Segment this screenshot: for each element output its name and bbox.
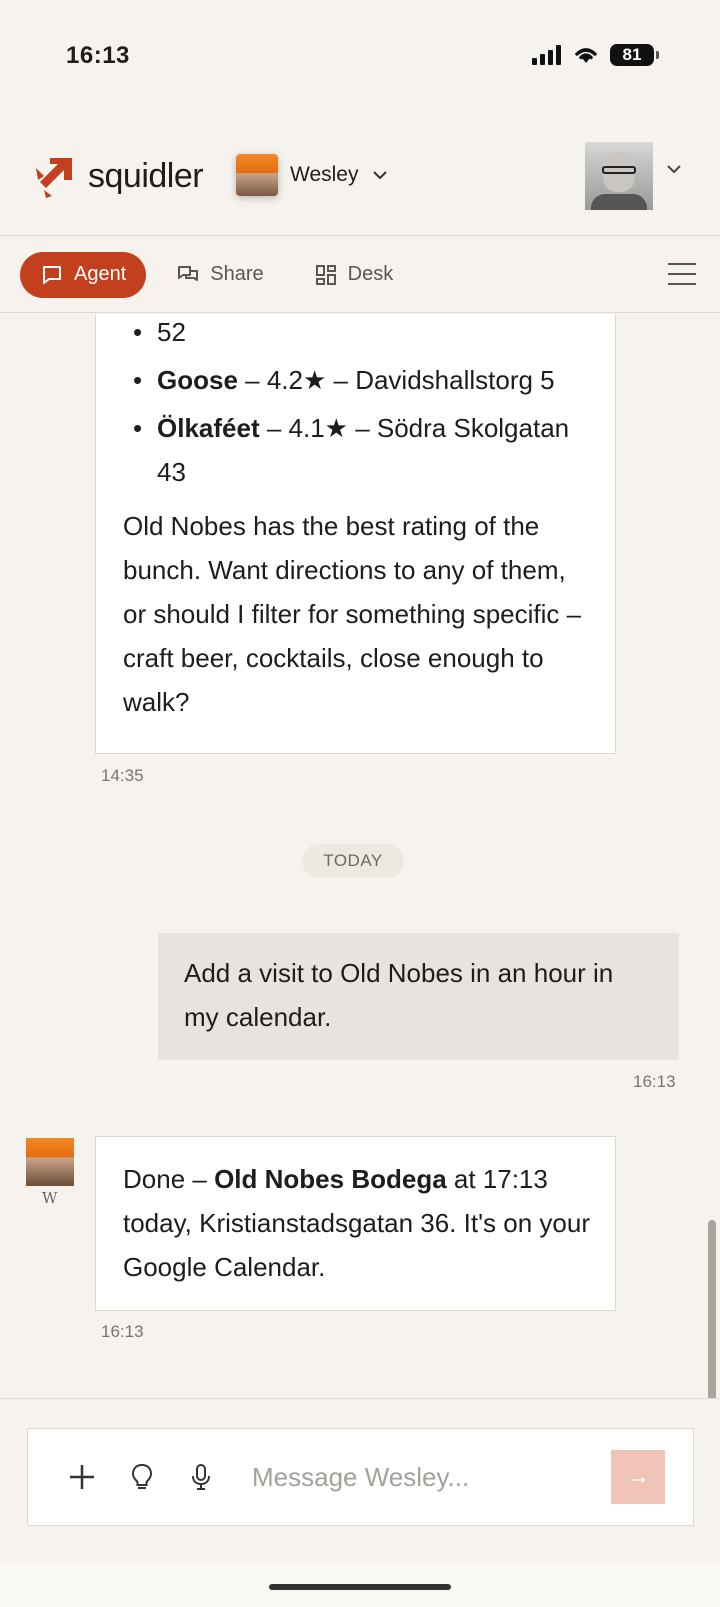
list-item: 52 bbox=[123, 314, 595, 354]
chat-thread[interactable]: 52 Goose – 4.2★ – Davidshallstorg 5 Ölka… bbox=[0, 314, 720, 1398]
tab-agent[interactable]: Agent bbox=[20, 251, 147, 298]
squid-logo-icon bbox=[36, 158, 72, 198]
hamburger-menu-icon[interactable] bbox=[668, 263, 696, 285]
agent-switcher[interactable]: Wesley bbox=[236, 154, 388, 196]
microphone-icon[interactable] bbox=[186, 1462, 216, 1492]
grid-icon bbox=[315, 264, 336, 285]
message-input[interactable] bbox=[252, 1455, 592, 1499]
chat-bubble-icon bbox=[43, 265, 61, 284]
lightbulb-icon[interactable] bbox=[127, 1462, 157, 1492]
tab-desk-label: Desk bbox=[347, 263, 394, 285]
app-header: squidler Wesley bbox=[0, 130, 720, 236]
status-icons: 81 bbox=[532, 44, 659, 66]
squidler-logo[interactable]: squidler bbox=[32, 154, 204, 198]
chevron-down-icon[interactable] bbox=[666, 164, 682, 174]
composer: → bbox=[27, 1428, 694, 1526]
place-name: Ölkaféet bbox=[157, 413, 260, 443]
event-name: Old Nobes Bodega bbox=[214, 1164, 447, 1194]
agent-name: Wesley bbox=[290, 163, 359, 186]
tab-share[interactable]: Share bbox=[156, 252, 283, 298]
message-text: Done – Old Nobes Bodega at 17:13 today, … bbox=[123, 1164, 590, 1282]
agent-initial: W bbox=[42, 1189, 58, 1207]
scrollbar[interactable] bbox=[708, 1220, 716, 1400]
place-name: Goose bbox=[157, 365, 238, 395]
bar-list: 52 Goose – 4.2★ – Davidshallstorg 5 Ölka… bbox=[123, 314, 595, 494]
cellular-signal-icon bbox=[532, 45, 561, 65]
message-text: Add a visit to Old Nobes in an hour in m… bbox=[184, 958, 614, 1032]
list-item: Goose – 4.2★ – Davidshallstorg 5 bbox=[123, 358, 595, 402]
agent-avatar bbox=[236, 154, 278, 196]
send-button[interactable]: → bbox=[611, 1450, 665, 1504]
agent-avatar[interactable] bbox=[26, 1138, 74, 1186]
tab-share-label: Share bbox=[210, 263, 264, 285]
battery-indicator: 81 bbox=[610, 44, 659, 66]
message-time: 16:13 bbox=[101, 1322, 144, 1341]
message-time: 16:13 bbox=[633, 1072, 676, 1091]
agent-message: Done – Old Nobes Bodega at 17:13 today, … bbox=[95, 1136, 616, 1311]
message-text: Old Nobes has the best rating of the bun… bbox=[123, 511, 582, 717]
tab-desk[interactable]: Desk bbox=[294, 252, 414, 298]
wifi-icon bbox=[575, 48, 597, 63]
chat-bubbles-icon bbox=[178, 265, 199, 281]
logo-text: squidler bbox=[88, 156, 204, 195]
user-avatar[interactable] bbox=[585, 142, 653, 210]
agent-message: 52 Goose – 4.2★ – Davidshallstorg 5 Ölka… bbox=[95, 314, 616, 754]
status-time: 16:13 bbox=[66, 42, 130, 69]
home-indicator[interactable] bbox=[269, 1584, 451, 1590]
plus-icon[interactable] bbox=[67, 1462, 97, 1492]
message-time: 14:35 bbox=[101, 766, 144, 785]
date-divider: TODAY bbox=[302, 844, 404, 878]
chevron-down-icon bbox=[373, 171, 388, 180]
place-detail: – 4.2★ – Davidshallstorg 5 bbox=[237, 365, 555, 395]
tab-agent-label: Agent bbox=[74, 263, 127, 285]
list-item: Ölkaféet – 4.1★ – Södra Skolgatan 43 bbox=[123, 406, 595, 494]
status-bar: 16:13 81 bbox=[0, 0, 720, 112]
tabs-bar: Agent Share Desk bbox=[0, 237, 720, 313]
user-message: Add a visit to Old Nobes in an hour in m… bbox=[158, 933, 679, 1060]
composer-area: → bbox=[0, 1398, 720, 1564]
